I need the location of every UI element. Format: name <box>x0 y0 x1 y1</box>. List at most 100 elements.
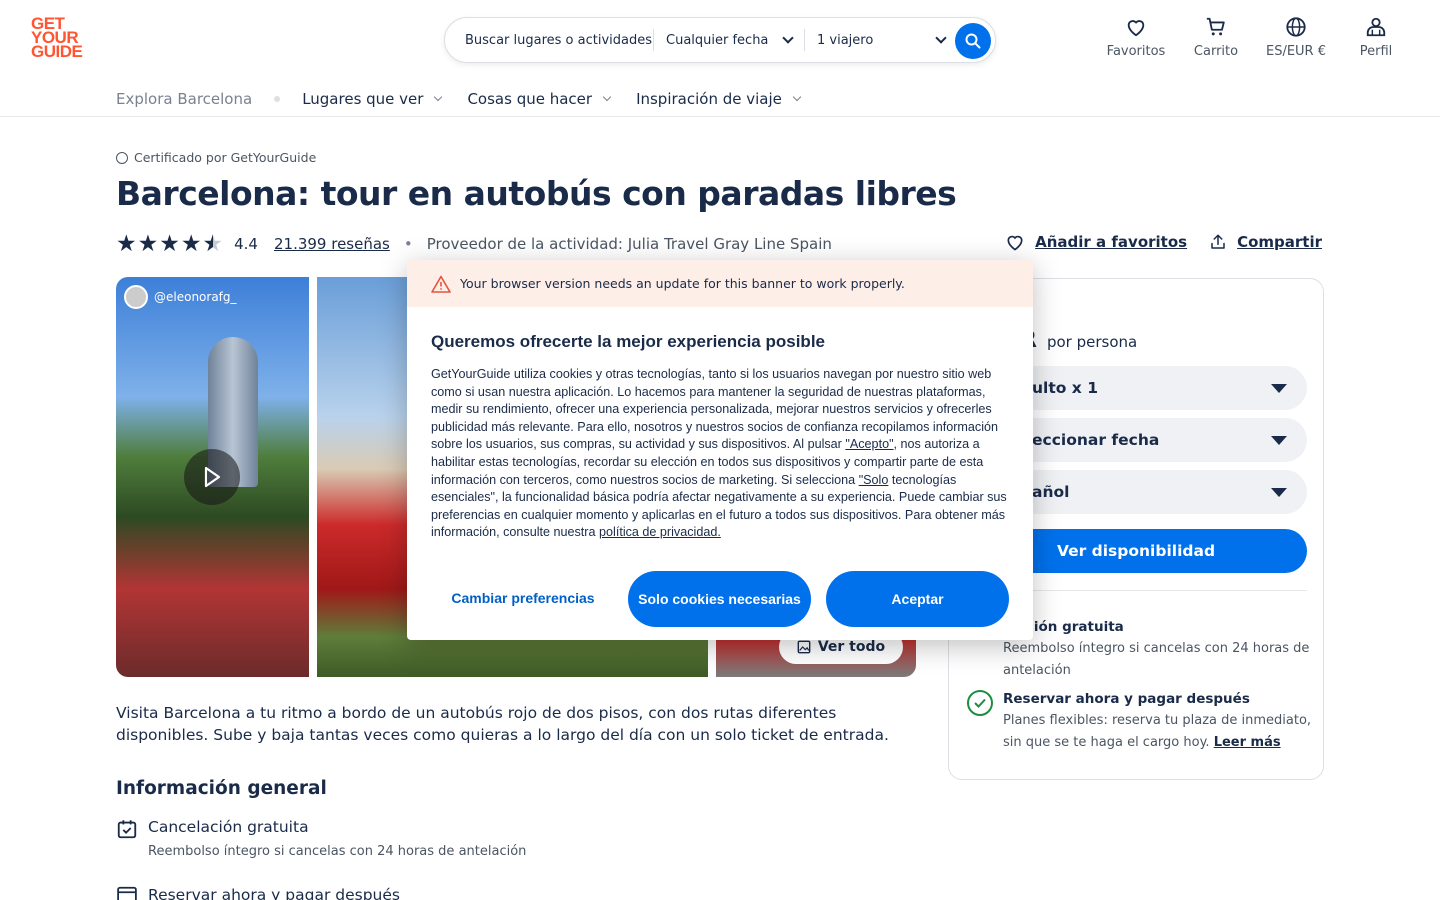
language-value: añol <box>1032 483 1070 501</box>
participants-value: ulto x 1 <box>1032 379 1098 397</box>
search-button[interactable] <box>955 23 991 59</box>
add-to-favorites-button[interactable]: Añadir a favoritos <box>1005 232 1187 252</box>
participants-select[interactable]: ulto x 1 <box>1010 366 1307 410</box>
share-button[interactable]: Compartir <box>1209 233 1322 251</box>
cart-icon <box>1206 17 1225 36</box>
nav-item-things-to-do[interactable]: Cosas que hacer <box>467 90 612 108</box>
certified-label: Certificado por GetYourGuide <box>134 150 317 165</box>
wallet-icon <box>117 886 137 900</box>
heart-icon <box>1007 235 1023 251</box>
separator-dot: • <box>403 235 413 253</box>
certified-badge: Certificado por GetYourGuide <box>116 150 316 165</box>
profile-icon <box>1366 17 1386 37</box>
warning-icon <box>431 275 451 293</box>
profile-link[interactable]: Perfil <box>1336 16 1416 59</box>
activity-description: Visita Barcelona a tu ritmo a bordo de u… <box>116 704 889 744</box>
language-select[interactable]: añol <box>1010 470 1307 514</box>
rating-stars: ★ ★ ★ ★ ★ <box>116 231 224 257</box>
heart-icon <box>1127 20 1145 37</box>
gallery-video-thumbnail[interactable]: @eleonorafg_ <box>116 277 309 677</box>
cart-link[interactable]: Carrito <box>1176 16 1256 59</box>
nav-item-inspiration[interactable]: Inspiración de viaje <box>636 90 802 108</box>
see-all-label: Ver todo <box>817 639 886 655</box>
info-item-title: Cancelación gratuita <box>148 818 309 836</box>
caret-down-icon <box>1271 435 1287 445</box>
photo-author-name: @eleonorafg_ <box>154 290 237 304</box>
avatar <box>124 285 148 309</box>
accept-reference-link[interactable]: "Acepto" <box>845 437 893 451</box>
reviews-link[interactable]: 21.399 reseñas <box>274 235 390 253</box>
date-select[interactable]: eccionar fecha <box>1010 418 1307 462</box>
title-actions: Añadir a favoritos Compartir <box>983 232 1322 252</box>
star-icon: ★ <box>137 231 159 257</box>
feature-reserve-pay-later: Reservar ahora y pagar después Planes fl… <box>1003 688 1313 754</box>
chevron-down-icon <box>434 92 443 102</box>
search-bar: Buscar lugares o actividades Cualquier f… <box>444 17 996 63</box>
cookie-consent-dialog: Your browser version needs an update for… <box>407 260 1033 640</box>
date-value: eccionar fecha <box>1032 431 1160 449</box>
favorites-label: Favoritos <box>1106 44 1166 59</box>
star-icon: ★ <box>159 231 180 257</box>
logo-line-3: GUIDE <box>31 42 83 61</box>
chevron-down-icon <box>792 92 802 102</box>
secondary-nav: Explora Barcelona Lugares que ver Cosas … <box>116 88 826 110</box>
feature-free-cancellation: elación gratuita Reembolso íntegro si ca… <box>1003 616 1313 682</box>
check-circle-icon <box>967 690 993 716</box>
star-icon: ★ <box>116 231 137 257</box>
date-label: Cualquier fecha <box>666 32 769 48</box>
star-icon: ★ <box>180 231 202 257</box>
header-divider <box>0 116 1440 117</box>
read-more-link[interactable]: Leer más <box>1214 735 1281 750</box>
add-to-favorites-label: Añadir a favoritos <box>1035 233 1188 251</box>
info-item-book-now-pay-later: Reservar ahora y pagar después <box>148 886 400 900</box>
nav-item-places[interactable]: Lugares que ver <box>302 90 443 108</box>
feature-title: elación gratuita <box>1003 619 1124 635</box>
nav-explore-barcelona[interactable]: Explora Barcelona <box>116 90 252 108</box>
change-preferences-button[interactable]: Cambiar preferencias <box>435 580 611 616</box>
travelers-label: 1 viajero <box>817 32 874 48</box>
activity-provider: Proveedor de la actividad: Julia Travel … <box>426 235 832 253</box>
feature-title: Reservar ahora y pagar después <box>1003 691 1250 707</box>
check-circle-icon <box>116 151 128 164</box>
chevron-down-icon <box>782 32 794 44</box>
privacy-policy-link[interactable]: política de privacidad. <box>599 525 721 539</box>
caret-down-icon <box>1271 383 1287 393</box>
play-button[interactable] <box>184 449 240 505</box>
cart-label: Carrito <box>1193 44 1239 59</box>
nav-item-label: Lugares que ver <box>302 90 424 108</box>
search-input[interactable]: Buscar lugares o actividades <box>445 29 654 51</box>
date-picker[interactable]: Cualquier fecha <box>654 29 805 51</box>
favorites-link[interactable]: Favoritos <box>1096 16 1176 59</box>
play-icon <box>204 466 221 488</box>
essential-reference-link[interactable]: "Solo <box>859 473 889 487</box>
image-icon <box>797 640 811 654</box>
share-icon <box>1211 234 1225 249</box>
share-label: Compartir <box>1237 233 1322 251</box>
language-currency-label: ES/EUR € <box>1265 44 1326 59</box>
browser-warning-text: Your browser version needs an update for… <box>460 276 905 291</box>
caret-down-icon <box>1271 487 1287 497</box>
nav-item-label: Cosas que hacer <box>467 90 593 108</box>
page-title: Barcelona: tour en autobús con paradas l… <box>116 174 957 213</box>
language-currency-link[interactable]: ES/EUR € <box>1256 16 1336 59</box>
info-item-subtitle: Reembolso íntegro si cancelas con 24 hor… <box>148 844 527 859</box>
cookie-dialog-title: Queremos ofrecerte la mejor experiencia … <box>431 332 825 351</box>
search-placeholder: Buscar lugares o actividades <box>465 32 653 48</box>
nav-item-label: Inspiración de viaje <box>636 90 782 108</box>
chevron-down-icon <box>602 92 612 102</box>
accept-cookies-button[interactable]: Aceptar <box>826 571 1009 627</box>
feature-text: Reembolso íntegro si cancelas con 24 hor… <box>1003 641 1310 678</box>
nav-separator <box>274 96 281 102</box>
globe-icon <box>1286 17 1306 37</box>
photo-author: @eleonorafg_ <box>124 285 237 309</box>
general-info-heading: Información general <box>116 778 327 799</box>
browser-warning-banner: Your browser version needs an update for… <box>407 260 1033 307</box>
price-unit: por persona <box>1046 333 1138 351</box>
getyourguide-logo[interactable]: GET YOUR GUIDE <box>31 15 91 61</box>
search-icon <box>965 33 981 49</box>
travelers-picker[interactable]: 1 viajero <box>805 29 947 51</box>
rating-value: 4.4 <box>234 235 258 253</box>
necessary-cookies-button[interactable]: Solo cookies necesarias <box>628 571 811 627</box>
calendar-check-icon <box>117 820 137 839</box>
half-star-icon: ★ <box>202 231 224 257</box>
